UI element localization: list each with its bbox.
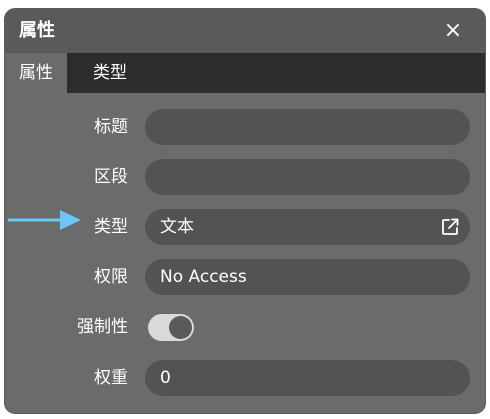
tab-type[interactable]: 类型 <box>79 53 141 93</box>
panel-title: 属性 <box>19 20 55 41</box>
title-input[interactable] <box>160 112 455 142</box>
permission-label: 权限 <box>94 267 128 287</box>
toggle-knob <box>169 316 192 339</box>
type-label: 类型 <box>94 217 128 237</box>
weight-row: 权重 0 <box>5 360 485 396</box>
panel-header: 属性 × <box>5 9 485 53</box>
mandatory-row: 强制性 <box>5 309 485 345</box>
tab-properties[interactable]: 属性 <box>5 53 67 93</box>
title-field[interactable] <box>145 109 470 145</box>
mandatory-toggle[interactable] <box>148 314 194 341</box>
weight-value: 0 <box>160 368 171 388</box>
section-field[interactable] <box>145 159 470 195</box>
mandatory-label: 强制性 <box>77 317 128 337</box>
section-row: 区段 <box>5 159 485 195</box>
title-row: 标题 <box>5 109 485 145</box>
close-icon[interactable]: × <box>440 18 466 44</box>
permission-value: No Access <box>160 267 247 287</box>
weight-field[interactable]: 0 <box>145 360 470 396</box>
permission-field[interactable]: No Access <box>145 259 470 295</box>
type-value: 文本 <box>160 217 194 237</box>
section-input[interactable] <box>160 162 455 192</box>
type-field[interactable]: 文本 <box>145 209 470 245</box>
tab-bar: 属性 类型 <box>5 53 485 93</box>
section-label: 区段 <box>94 167 128 187</box>
external-link-icon[interactable] <box>440 217 460 237</box>
permission-row: 权限 No Access <box>5 259 485 295</box>
arrow-right-icon <box>8 210 81 230</box>
title-label: 标题 <box>94 117 128 137</box>
weight-label: 权重 <box>94 368 128 388</box>
